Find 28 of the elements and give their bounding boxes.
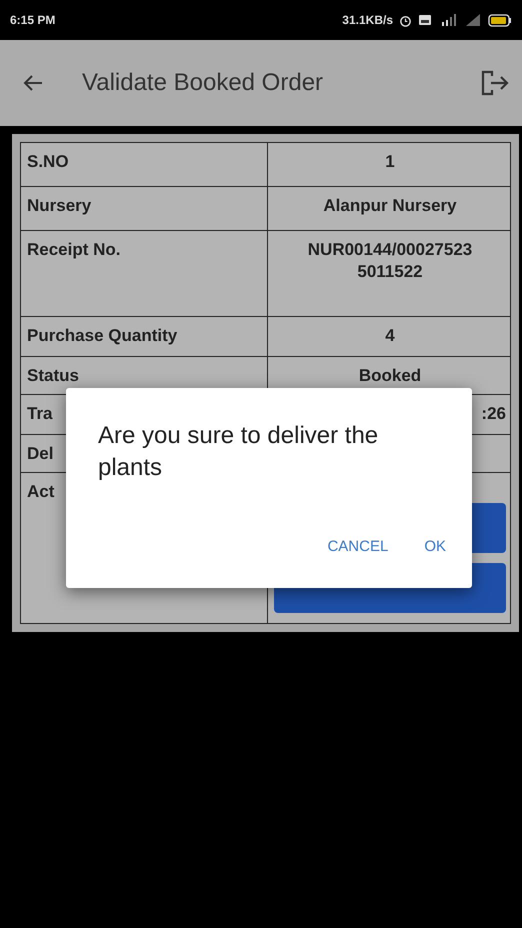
logout-button[interactable]: [480, 69, 510, 97]
network-speed: 31.1KB/s: [342, 12, 393, 29]
dialog-message: Are you sure to deliver the plants: [98, 421, 380, 483]
table-cell: 1: [385, 151, 395, 173]
status-time: 6:15 PM: [10, 12, 56, 29]
table-cell: Act: [27, 481, 54, 503]
table-cell: Tra: [27, 403, 53, 425]
dialog-button[interactable]: OK: [416, 532, 454, 562]
battery-icon: [488, 14, 512, 26]
table-cell: Del: [27, 443, 54, 465]
table-cell: Status: [27, 365, 79, 387]
table-cell: Receipt No.: [27, 239, 121, 261]
table-cell: Booked: [358, 365, 422, 387]
page-title: Validate Booked Order: [82, 68, 324, 98]
table-cell: Purchase Quantity: [27, 325, 178, 347]
table-cell-text: NUR00144/00027523 5011522: [306, 239, 474, 283]
table-cell: 4: [385, 325, 395, 347]
dialog-button[interactable]: CANCEL: [319, 532, 396, 562]
table-cell: Nursery: [27, 195, 92, 217]
table-cell: Alanpur Nursery: [323, 195, 457, 217]
sim-icon: [418, 14, 432, 26]
back-arrow-icon: [22, 73, 44, 93]
signal-icon: [466, 14, 482, 26]
alarm-icon: [399, 14, 412, 26]
logout-icon: [480, 69, 510, 97]
table-cell: S.NO: [27, 151, 69, 173]
back-button[interactable]: [22, 73, 44, 93]
table-cell: :26: [481, 403, 506, 425]
